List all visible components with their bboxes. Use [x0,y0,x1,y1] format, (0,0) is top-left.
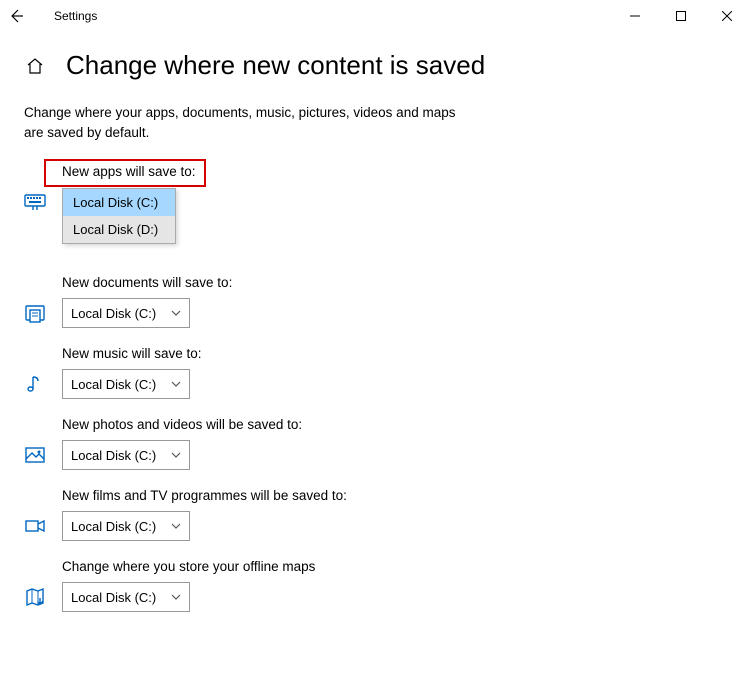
home-icon[interactable] [24,56,46,76]
page-header: Change where new content is saved [0,32,750,91]
back-button[interactable] [8,8,40,24]
section-films: New films and TV programmes will be save… [24,488,726,541]
documents-icon [24,302,46,324]
documents-select-value: Local Disk (C:) [71,306,156,321]
documents-label: New documents will save to: [24,275,232,290]
chevron-down-icon [171,592,181,602]
apps-label: New apps will save to: [24,164,196,179]
music-icon [24,373,46,395]
photos-label: New photos and videos will be saved to: [24,417,302,432]
films-select-value: Local Disk (C:) [71,519,156,534]
chevron-down-icon [171,450,181,460]
section-music: New music will save to: Local Disk (C:) [24,346,726,399]
chevron-down-icon [171,521,181,531]
maps-select-value: Local Disk (C:) [71,590,156,605]
apps-icon [24,191,46,213]
page-description: Change where your apps, documents, music… [0,91,500,152]
section-documents: New documents will save to: Local Disk (… [24,275,726,328]
close-button[interactable] [704,0,750,32]
minimize-button[interactable] [612,0,658,32]
maps-icon [24,586,46,608]
documents-select[interactable]: Local Disk (C:) [62,298,190,328]
photos-icon [24,444,46,466]
maps-label: Change where you store your offline maps [24,559,315,574]
photos-select[interactable]: Local Disk (C:) [62,440,190,470]
maximize-button[interactable] [658,0,704,32]
apps-option-d[interactable]: Local Disk (D:) [63,216,175,243]
section-photos: New photos and videos will be saved to: … [24,417,726,470]
section-maps: Change where you store your offline maps… [24,559,726,612]
music-select[interactable]: Local Disk (C:) [62,369,190,399]
photos-select-value: Local Disk (C:) [71,448,156,463]
music-label: New music will save to: [24,346,202,361]
chevron-down-icon [171,308,181,318]
titlebar: Settings [0,0,750,32]
window-title: Settings [40,9,97,23]
apps-dropdown[interactable]: Local Disk (C:) Local Disk (D:) [62,188,176,244]
music-select-value: Local Disk (C:) [71,377,156,392]
apps-option-c[interactable]: Local Disk (C:) [63,189,175,216]
maps-select[interactable]: Local Disk (C:) [62,582,190,612]
films-select[interactable]: Local Disk (C:) [62,511,190,541]
section-apps: New apps will save to: Local Disk (C:) L… [24,164,726,217]
films-label: New films and TV programmes will be save… [24,488,347,503]
films-icon [24,515,46,537]
chevron-down-icon [171,379,181,389]
page-title: Change where new content is saved [66,50,485,81]
